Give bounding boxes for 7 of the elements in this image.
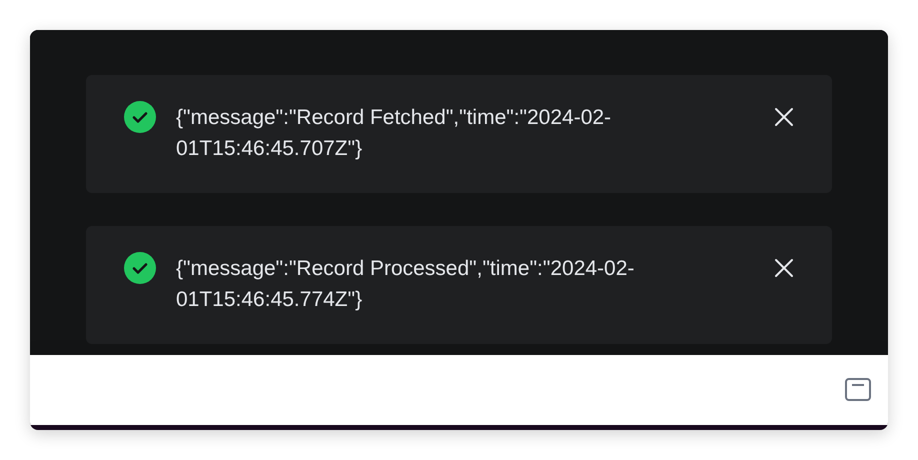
notification-message: {"message":"Record Fetched","time":"2024-02-01T15:46:45.707Z"} [176,105,612,162]
close-icon [774,258,794,278]
success-check-icon [124,252,156,284]
panel-toggle-icon[interactable] [844,377,872,403]
notification-message: {"message":"Record Processed","time":"2024-02-01T15:46:45.774Z"} [176,256,636,313]
success-check-icon [124,101,156,133]
close-icon [774,107,794,127]
